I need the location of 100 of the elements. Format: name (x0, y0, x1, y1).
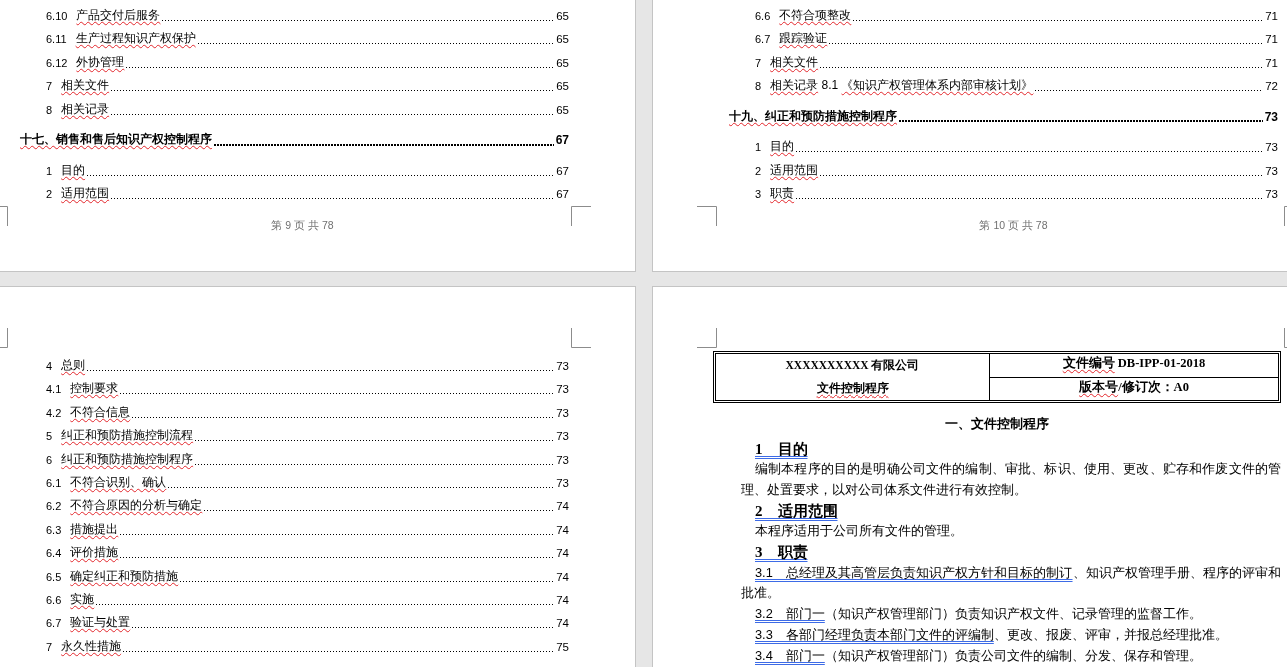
revision-number: 版本号/修订次：A0 (1079, 379, 1189, 396)
toc-entry-title: 评价措施 (70, 544, 119, 562)
toc-page-number: 74 (556, 616, 569, 631)
body-paragraph: 3.4 部门一（知识产权管理部门）负责公司文件的编制、分发、保存和管理。 (754, 646, 1202, 665)
toc-page-number: 73 (1265, 163, 1278, 178)
toc-page-number: 73 (556, 405, 569, 420)
body-paragraph: 3.1 总经理及其高管层负责知识产权方针和目标的制订、知识产权管理手册、程序的评审和批准。 (741, 563, 1281, 603)
corner-mark-icon (697, 328, 717, 348)
toc-entry-number: 6.1 (46, 475, 62, 490)
toc-page-number: 67 (556, 163, 569, 178)
toc-entry-title: 相关记录 8.1 《知识产权管理体系内部审核计划》 (770, 77, 1034, 95)
toc-entry-number: 6.12 (46, 55, 68, 70)
toc-entry-title: 外协管理 (76, 53, 125, 71)
toc-entry-title: 永久性措施 (61, 637, 122, 655)
toc-entry-title: 控制要求 (70, 380, 119, 398)
body-paragraph: 编制本程序的目的是明确公司文件的编制、审批、标识、使用、更改、贮存和作废文件的管理、处置要求，以对公司体系文件进行有效控制。 (741, 460, 1281, 499)
toc-entry-title: 目的 (61, 161, 86, 179)
toc-entry-number: 2 (755, 163, 762, 178)
toc-page-number: 67 (556, 186, 569, 201)
toc-entry-number: 6.2 (46, 499, 62, 514)
toc-page-number: 65 (556, 9, 569, 23)
toc-entry-number: 5 (46, 429, 53, 444)
toc-page-number: 74 (556, 546, 569, 561)
toc-entry-number: 7 (46, 639, 53, 654)
corner-mark-icon (0, 205, 8, 226)
toc-page-number: 71 (1265, 32, 1278, 47)
toc-page-number: 71 (1265, 55, 1278, 70)
toc-entry-title: 纠正和预防措施控制程序 (61, 450, 194, 468)
toc-entry-title: 相关文件 (61, 77, 110, 95)
toc-entry-number: 6.4 (46, 546, 62, 561)
toc-page-number: 73 (1265, 140, 1278, 155)
body-paragraph: 本程序适用于公司所有文件的管理。 (754, 522, 963, 541)
toc-chapter-title: 十九、纠正和预防措施控制程序 (729, 107, 897, 125)
corner-mark-icon (697, 205, 717, 226)
toc-entry-title: 不符合项整改 (779, 7, 852, 24)
toc-page-number: 67 (555, 133, 569, 148)
toc-entry-number: 6.7 (46, 616, 62, 631)
toc-page-number: 65 (556, 102, 569, 117)
toc-page-number: 73 (556, 429, 569, 444)
body-paragraph: 3.3 各部门经理负责本部门文件的评编制、更改、报废、评审，并报总经理批准。 (754, 625, 1228, 644)
toc-entry-title: 跟踪验证 (779, 30, 828, 48)
toc-entry-title: 适用范围 (61, 184, 110, 202)
toc-page-number: 65 (556, 79, 569, 94)
toc-entry-number: 6.6 (755, 9, 771, 23)
corner-mark-icon (571, 205, 591, 226)
toc-entry-title: 适用范围 (770, 161, 819, 179)
toc-page-number: 75 (556, 639, 569, 654)
toc-entry-number: 6.11 (46, 32, 67, 47)
toc-entry-title: 生产过程知识产权保护 (75, 30, 196, 48)
toc-page-number: 74 (556, 592, 569, 607)
toc-entry-number: 7 (755, 55, 762, 70)
toc-entry-title: 目的 (770, 138, 795, 156)
toc-entry-title: 总则 (61, 357, 86, 374)
toc-entry-title: 相关记录 (61, 100, 110, 118)
toc-entry-number: 6.7 (755, 32, 771, 47)
toc-page-number: 73 (556, 359, 569, 373)
toc-page-number: 73 (1265, 186, 1278, 201)
toc-entry-number: 7 (46, 79, 53, 94)
toc-entry-number: 3 (755, 186, 762, 201)
toc-page-number: 72 (1265, 79, 1278, 94)
section-heading: 1 目的 (755, 439, 808, 459)
page-footer: 第 9 页 共 78 (271, 218, 334, 232)
section-heading: 2 适用范围 (755, 501, 838, 521)
toc-entry-number: 1 (46, 163, 53, 178)
toc-entry-title: 验证与处置 (70, 614, 131, 632)
page-footer: 第 10 页 共 78 (979, 218, 1048, 232)
toc-entry-title: 实施 (70, 590, 95, 608)
procedure-name: 文件控制程序 (816, 381, 889, 396)
toc-page-number: 74 (556, 569, 569, 584)
toc-page-number: 73 (556, 452, 569, 467)
toc-entry-title: 相关文件 (770, 53, 819, 71)
toc-entry-number: 4.1 (46, 382, 62, 397)
toc-entry-title: 措施提出 (70, 520, 119, 538)
body-paragraph: 3.2 部门一（知识产权管理部门）负责知识产权文件、记录管理的监督工作。 (754, 605, 1202, 624)
toc-entry-title: 确定纠正和预防措施 (70, 567, 179, 585)
toc-entry-number: 2 (46, 186, 53, 201)
toc-page-number: 73 (1264, 109, 1278, 124)
toc-entry-title: 不符合信息 (70, 403, 131, 421)
toc-entry-title: 不符合识别、确认 (70, 473, 167, 491)
toc-entry-number: 1 (755, 140, 762, 155)
toc-page-number: 74 (556, 522, 569, 537)
corner-mark-icon (0, 328, 8, 348)
toc-page-number: 73 (556, 475, 569, 490)
toc-entry-number: 4.2 (46, 405, 62, 420)
toc-entry-title: 职责 (770, 184, 795, 202)
toc-entry-number: 6.3 (46, 522, 62, 537)
document-number: 文件编号 DB-IPP-01-2018 (1062, 356, 1206, 373)
corner-mark-icon (1284, 328, 1287, 348)
toc-page-number: 71 (1265, 9, 1278, 23)
toc-page-number: 65 (556, 55, 569, 70)
corner-mark-icon (1284, 205, 1287, 226)
toc-page-number: 73 (556, 382, 569, 397)
toc-entry-number: 6 (46, 452, 53, 467)
toc-chapter-title: 十七、销售和售后知识产权控制程序 (20, 131, 212, 149)
corner-mark-icon (571, 328, 591, 348)
company-name: XXXXXXXXXX 有限公司 (784, 358, 921, 373)
section-heading: 3 职责 (755, 543, 808, 562)
toc-entry-number: 6.5 (46, 569, 62, 584)
toc-page-number: 74 (556, 499, 569, 514)
toc-entry-title: 不符合原因的分析与确定 (70, 497, 203, 515)
